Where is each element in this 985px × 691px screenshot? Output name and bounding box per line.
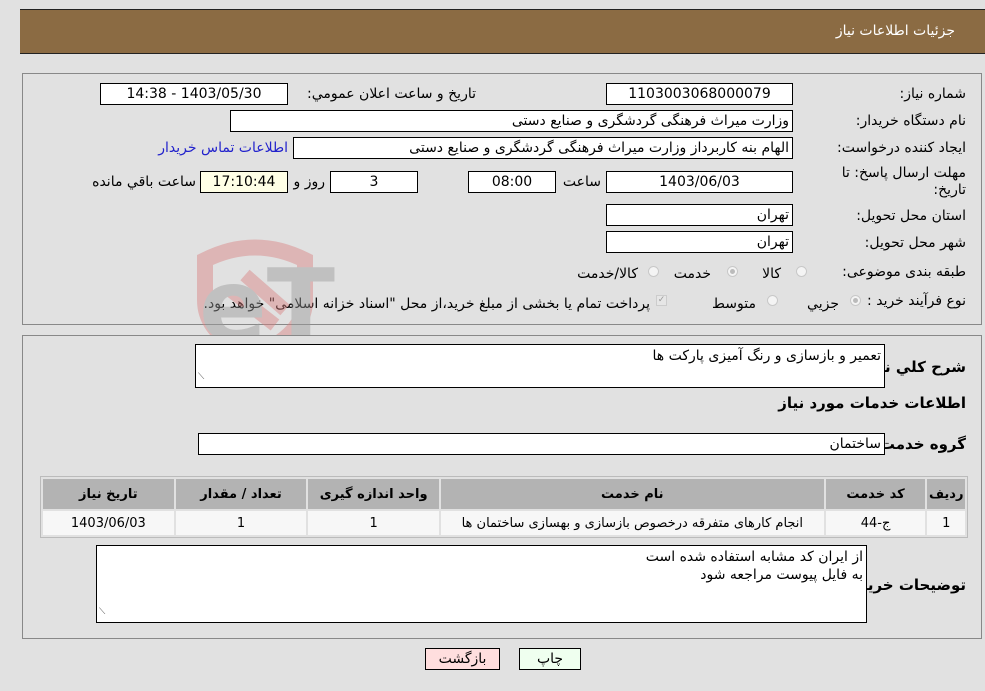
resize-grip-icon[interactable]: ⟋ <box>198 368 204 386</box>
province-label: استان محل تحویل: <box>856 208 966 224</box>
print-button[interactable]: چاپ <box>519 648 581 670</box>
cell-need-date: 1403/06/03 <box>43 511 174 535</box>
services-table: رديف کد خدمت نام خدمت واحد اندازه گيری ت… <box>40 476 968 538</box>
cell-service-code: ج-44 <box>825 511 926 535</box>
creator-field: الهام بنه کاربرداز وزارت میراث فرهنگی گر… <box>293 137 793 159</box>
days-label: روز و <box>293 174 326 190</box>
resize-grip-icon[interactable]: ⟋ <box>99 603 105 621</box>
buyer-notes-textarea[interactable]: از ایران کد مشابه استفاده شده است به فای… <box>96 545 867 623</box>
deadline-label: مهلت ارسال پاسخ: تا تاریخ: <box>841 165 966 198</box>
service-group-label: گروه خدمت: <box>873 435 966 453</box>
back-button[interactable]: بازگشت <box>425 648 500 670</box>
category-option-goods: کالا <box>762 266 781 282</box>
category-radio-goods[interactable] <box>796 266 807 277</box>
buyer-notes-line-1: از ایران کد مشابه استفاده شده است <box>645 549 863 565</box>
city-label: شهر محل تحویل: <box>864 235 966 251</box>
buyer-notes-line-2: به فایل پیوست مراجعه شود <box>700 567 863 583</box>
process-radio-minor[interactable] <box>850 295 861 306</box>
category-radio-service[interactable] <box>727 266 738 277</box>
buyer-contact-link[interactable]: اطلاعات تماس خريدار <box>158 140 288 156</box>
table-row: 1 ج-44 انجام کارهای متفرقه درخصوص بازساز… <box>43 511 965 535</box>
service-group-field: ساختمان <box>198 433 885 455</box>
category-radio-goods-service[interactable] <box>648 266 659 277</box>
cell-quantity: 1 <box>175 511 307 535</box>
deadline-time-field: 08:00 <box>468 171 556 193</box>
payment-checkbox[interactable]: ✓ <box>656 295 667 306</box>
need-info-panel: شماره نیاز: 1103003068000079 تاريخ و ساع… <box>22 73 982 325</box>
col-header-service-code: کد خدمت <box>825 479 926 509</box>
need-number-label: شماره نیاز: <box>899 86 967 102</box>
buyer-org-field: وزارت میراث فرهنگی گردشگری و صنایع دستی <box>230 110 793 132</box>
general-desc-text: تعمیر و بازسازی و رنگ آمیزی پارکت ها <box>652 348 881 364</box>
category-label: طبقه بندی موضوعی: <box>842 264 966 280</box>
cell-row-number: 1 <box>927 511 965 535</box>
announce-datetime-field: 1403/05/30 - 14:38 <box>100 83 288 105</box>
province-field: تهران <box>606 204 793 226</box>
deadline-date-field: 1403/06/03 <box>606 171 793 193</box>
col-header-need-date: تاريخ نياز <box>43 479 174 509</box>
col-header-quantity: تعداد / مقدار <box>175 479 307 509</box>
process-radio-medium[interactable] <box>767 295 778 306</box>
category-option-service: خدمت <box>673 266 711 282</box>
process-option-minor: جزيي <box>807 296 839 312</box>
page-title: جزئیات اطلاعات نیاز <box>835 23 955 39</box>
remaining-time-field: 17:10:44 <box>200 171 288 193</box>
payment-note: پرداخت تمام يا بخشی از مبلغ خريد،از محل … <box>203 296 650 312</box>
table-header-row: رديف کد خدمت نام خدمت واحد اندازه گيری ت… <box>43 479 965 509</box>
col-header-row-number: رديف <box>927 479 965 509</box>
general-desc-textarea[interactable]: تعمیر و بازسازی و رنگ آمیزی پارکت ها ⟋ <box>195 344 885 388</box>
buyer-org-label: نام دستگاه خريدار: <box>855 113 966 129</box>
cell-service-name: انجام کارهای متفرقه درخصوص بازسازی و بهس… <box>440 511 824 535</box>
deadline-time-label: ساعت <box>562 174 601 190</box>
announce-label: تاريخ و ساعت اعلان عمومي: <box>307 86 476 102</box>
page-header: جزئیات اطلاعات نیاز <box>20 9 985 54</box>
cell-unit: 1 <box>308 511 439 535</box>
col-header-unit: واحد اندازه گيری <box>308 479 439 509</box>
remaining-label: ساعت باقي مانده <box>92 174 196 190</box>
process-label: نوع فرآیند خرید : <box>867 293 966 309</box>
creator-label: ايجاد کننده درخواست: <box>837 140 966 156</box>
remaining-days-field: 3 <box>330 171 418 193</box>
need-number-field: 1103003068000079 <box>606 83 793 105</box>
services-heading: اطلاعات خدمات مورد نیاز <box>778 394 966 412</box>
col-header-service-name: نام خدمت <box>440 479 824 509</box>
city-field: تهران <box>606 231 793 253</box>
process-option-medium: متوسط <box>712 296 756 312</box>
need-details-panel: شرح کلي نياز: تعمیر و بازسازی و رنگ آمیز… <box>22 335 982 639</box>
category-option-goods-service: کالا/خدمت <box>577 266 638 282</box>
